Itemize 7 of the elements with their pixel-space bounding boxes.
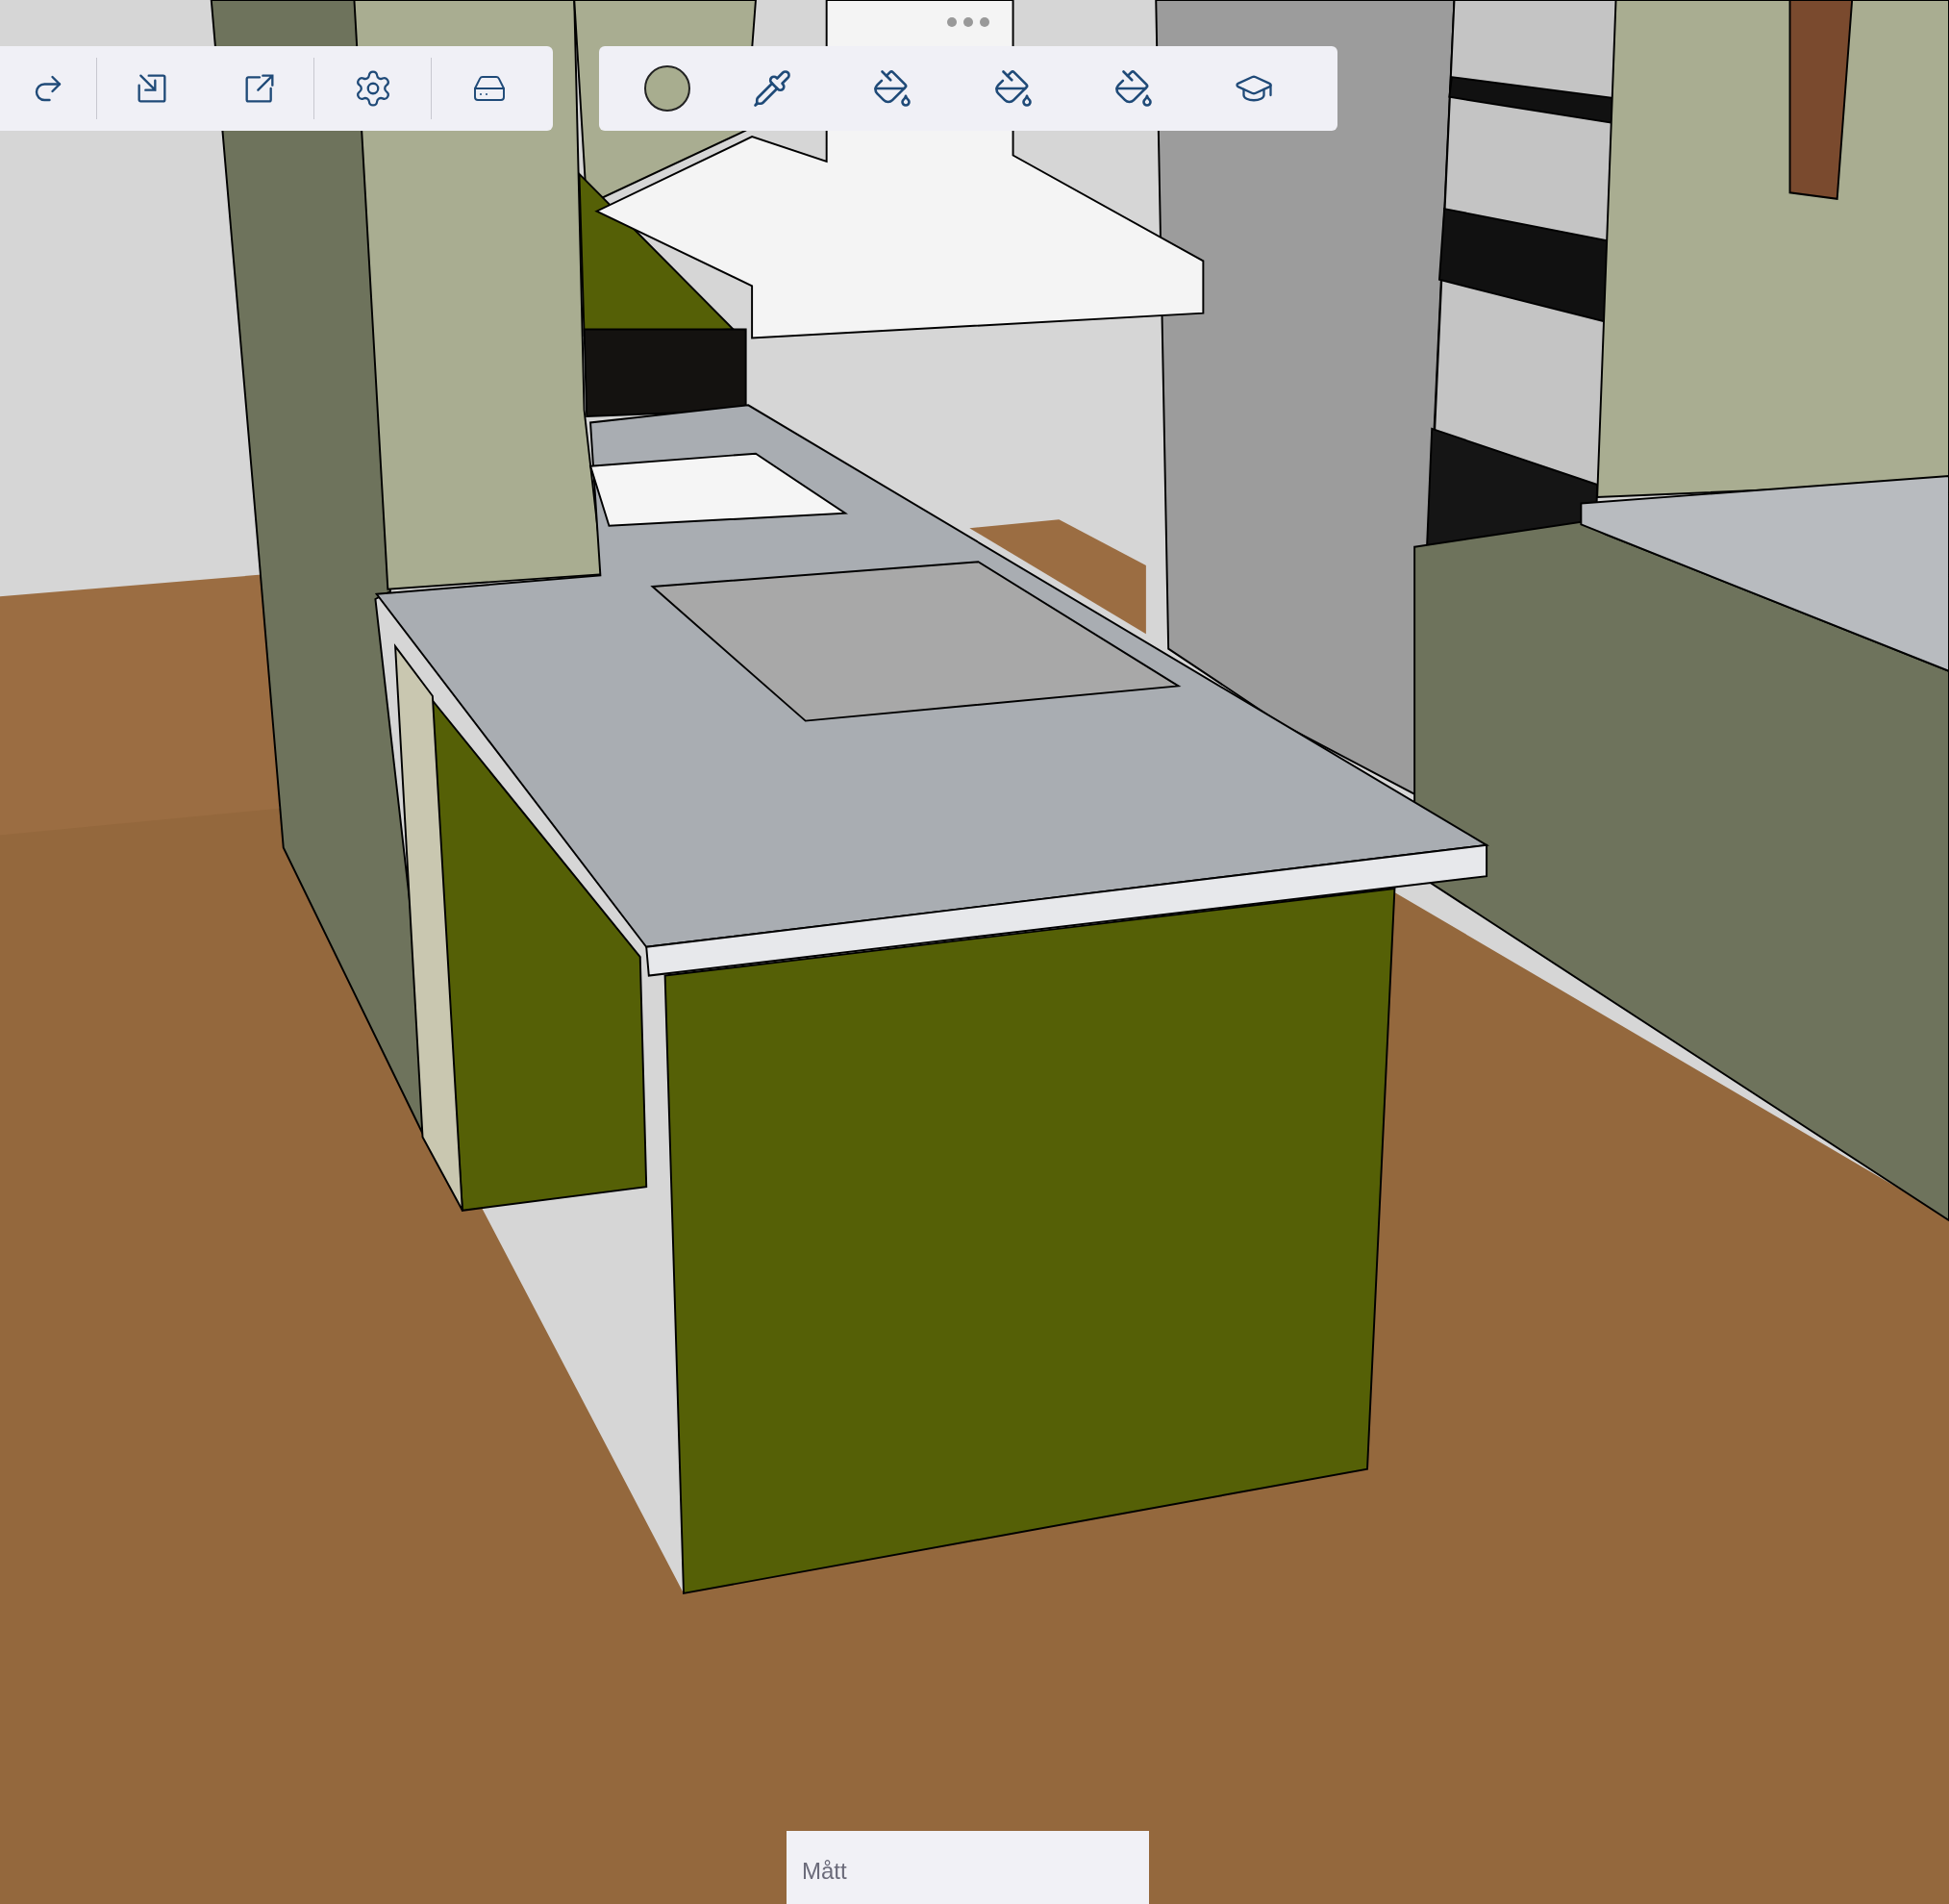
paint-bucket-icon	[872, 68, 913, 109]
paint-bucket-icon	[1112, 68, 1154, 109]
grab-handle-icon[interactable]	[946, 16, 990, 28]
eyedropper-icon	[752, 68, 792, 109]
paint-bucket-icon	[992, 68, 1034, 109]
measurements-field[interactable]: Mått	[787, 1831, 1149, 1904]
material-swatch-button[interactable]	[643, 65, 690, 112]
